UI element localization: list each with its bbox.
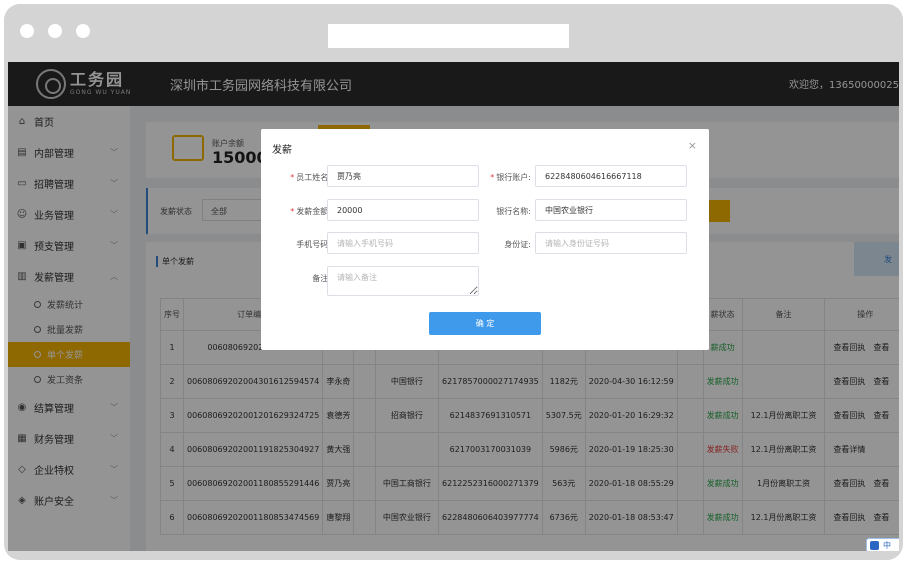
close-icon[interactable]: × (688, 139, 697, 152)
ime-logo-icon (870, 541, 879, 550)
employee-name-label: * 员工姓名: (290, 173, 331, 182)
remark-textarea[interactable] (327, 266, 479, 296)
bank-account-label: * 银行账户: (490, 173, 531, 182)
amount-input[interactable] (327, 199, 479, 221)
ime-indicator[interactable]: 中 (866, 538, 899, 551)
amount-label: * 发薪金额: (290, 207, 331, 216)
id-card-label: 身份证: (504, 240, 531, 249)
minimize-dot[interactable] (48, 24, 62, 38)
phone-label: 手机号码: (296, 240, 331, 249)
id-card-input[interactable] (535, 232, 687, 254)
bank-name-input[interactable] (535, 199, 687, 221)
close-dot[interactable] (20, 24, 34, 38)
phone-input[interactable] (327, 232, 479, 254)
address-bar[interactable] (328, 24, 569, 48)
modal-title: 发薪 (272, 145, 292, 156)
browser-frame: 工务园 GONG WU YUAN 深圳市工务园网络科技有限公司 欢迎您，1365… (4, 4, 903, 560)
employee-name-input[interactable] (327, 165, 479, 187)
bank-account-input[interactable] (535, 165, 687, 187)
pay-modal: 发薪 × *员工姓名: *银行账户: *发薪金额: 银行名称: 手机号码: 身份… (261, 129, 709, 350)
confirm-button[interactable]: 确 定 (429, 312, 541, 335)
bank-name-label: 银行名称: (496, 207, 531, 216)
maximize-dot[interactable] (76, 24, 90, 38)
window-controls (20, 24, 90, 38)
remark-label: 备注: (312, 274, 331, 283)
ime-label: 中 (883, 541, 891, 550)
